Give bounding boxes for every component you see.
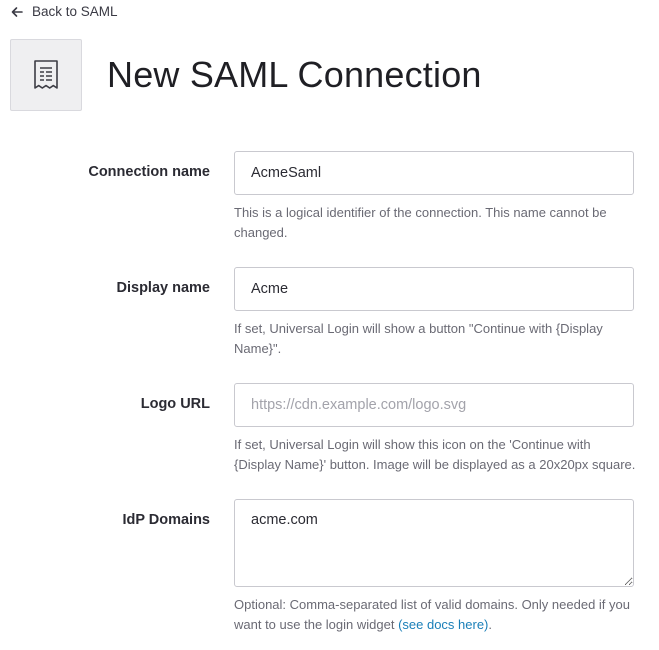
- connection-name-help: This is a logical identifier of the conn…: [234, 205, 607, 240]
- idp-domains-help: Optional: Comma-separated list of valid …: [234, 595, 639, 635]
- logo-url-input[interactable]: [234, 383, 634, 427]
- page-title: New SAML Connection: [107, 54, 482, 95]
- display-name-input[interactable]: [234, 267, 634, 311]
- back-to-saml-link[interactable]: Back to SAML: [10, 4, 118, 19]
- display-name-label: Display name: [116, 280, 211, 296]
- connection-name-input[interactable]: [234, 151, 634, 195]
- idp-domains-textarea[interactable]: acme.com: [234, 499, 634, 587]
- see-docs-link[interactable]: (see docs here): [398, 617, 488, 632]
- receipt-icon: [10, 39, 82, 111]
- idp-domains-label: IdP Domains: [122, 512, 210, 528]
- logo-url-label: Logo URL: [140, 396, 210, 412]
- logo-url-help: If set, Universal Login will show this i…: [234, 437, 636, 472]
- arrow-left-icon: [10, 5, 24, 19]
- connection-name-label: Connection name: [88, 164, 210, 180]
- display-name-help: If set, Universal Login will show a butt…: [234, 321, 603, 356]
- back-link-label: Back to SAML: [32, 4, 118, 19]
- idp-domains-help-suffix: .: [488, 617, 493, 632]
